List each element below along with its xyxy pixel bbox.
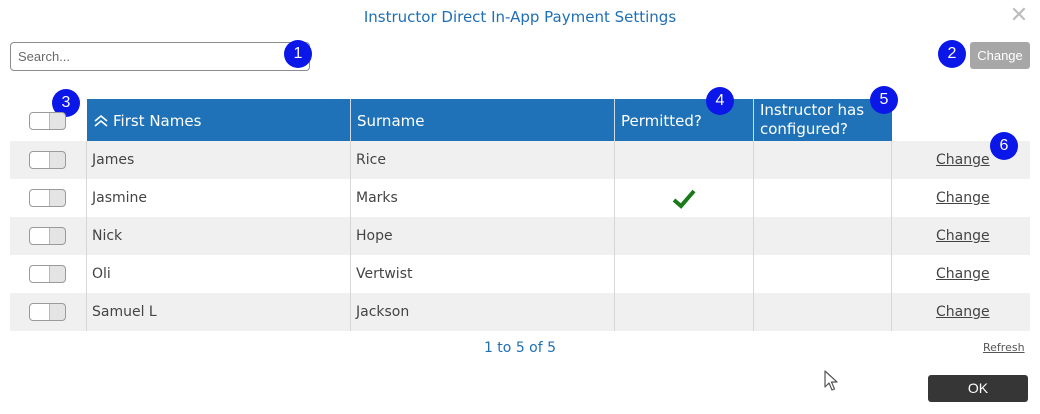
- first-name-cell: Oli: [92, 266, 111, 282]
- table-row: Oli Vertwist Change: [10, 255, 1030, 293]
- column-divider: [753, 141, 754, 331]
- annotation-badge-5: 5: [870, 86, 898, 114]
- refresh-link[interactable]: Refresh: [983, 341, 1025, 354]
- pagination-info: 1 to 5 of 5: [483, 340, 557, 356]
- table-row: Nick Hope Change: [10, 217, 1030, 255]
- configured-label-line2: configured?: [760, 120, 848, 138]
- checkmark-icon: [672, 189, 696, 209]
- change-selected-button[interactable]: Change: [970, 42, 1030, 69]
- ok-button[interactable]: OK: [928, 375, 1028, 402]
- surname-cell: Jackson: [356, 304, 410, 320]
- annotation-badge-4: 4: [706, 87, 734, 115]
- row-select-toggle[interactable]: [29, 151, 66, 169]
- row-select-toggle[interactable]: [29, 303, 66, 321]
- dialog-title: Instructor Direct In-App Payment Setting…: [363, 8, 677, 26]
- column-header-first-names[interactable]: First Names: [87, 99, 351, 141]
- select-all-toggle[interactable]: [29, 112, 66, 130]
- first-name-cell: Nick: [92, 228, 123, 244]
- column-divider: [350, 141, 351, 331]
- table-row: Samuel L Jackson Change: [10, 293, 1030, 331]
- close-icon[interactable]: ✕: [1009, 5, 1029, 27]
- row-change-link[interactable]: Change: [936, 255, 990, 293]
- surname-cell: Rice: [356, 152, 386, 168]
- row-change-link[interactable]: Change: [936, 293, 990, 331]
- surname-label: Surname: [357, 112, 425, 130]
- annotation-badge-2: 2: [938, 40, 966, 68]
- column-divider: [86, 141, 87, 331]
- permitted-label: Permitted?: [621, 112, 702, 130]
- first-names-label: First Names: [113, 112, 202, 130]
- annotation-badge-6: 6: [990, 132, 1018, 160]
- row-change-link[interactable]: Change: [936, 141, 990, 179]
- first-name-cell: Samuel L: [92, 304, 157, 320]
- configured-label-line1: Instructor has: [760, 101, 865, 119]
- surname-cell: Hope: [356, 228, 393, 244]
- row-select-toggle[interactable]: [29, 265, 66, 283]
- row-change-link[interactable]: Change: [936, 217, 990, 255]
- first-name-cell: Jasmine: [92, 190, 148, 206]
- row-select-toggle[interactable]: [29, 227, 66, 245]
- table-row: James Rice Change: [10, 141, 1030, 179]
- column-header-surname[interactable]: Surname: [351, 99, 615, 141]
- mouse-cursor-icon: [824, 370, 838, 391]
- column-divider: [614, 141, 615, 331]
- first-name-cell: James: [92, 152, 135, 168]
- column-divider: [891, 141, 892, 331]
- surname-cell: Vertwist: [356, 266, 413, 282]
- surname-cell: Marks: [356, 190, 398, 206]
- annotation-badge-1: 1: [284, 40, 312, 68]
- search-input[interactable]: [10, 42, 310, 71]
- row-select-toggle[interactable]: [29, 189, 66, 207]
- chevron-up-icon: [94, 114, 108, 127]
- row-change-link[interactable]: Change: [936, 179, 990, 217]
- table-row: Jasmine Marks Change: [10, 179, 1030, 217]
